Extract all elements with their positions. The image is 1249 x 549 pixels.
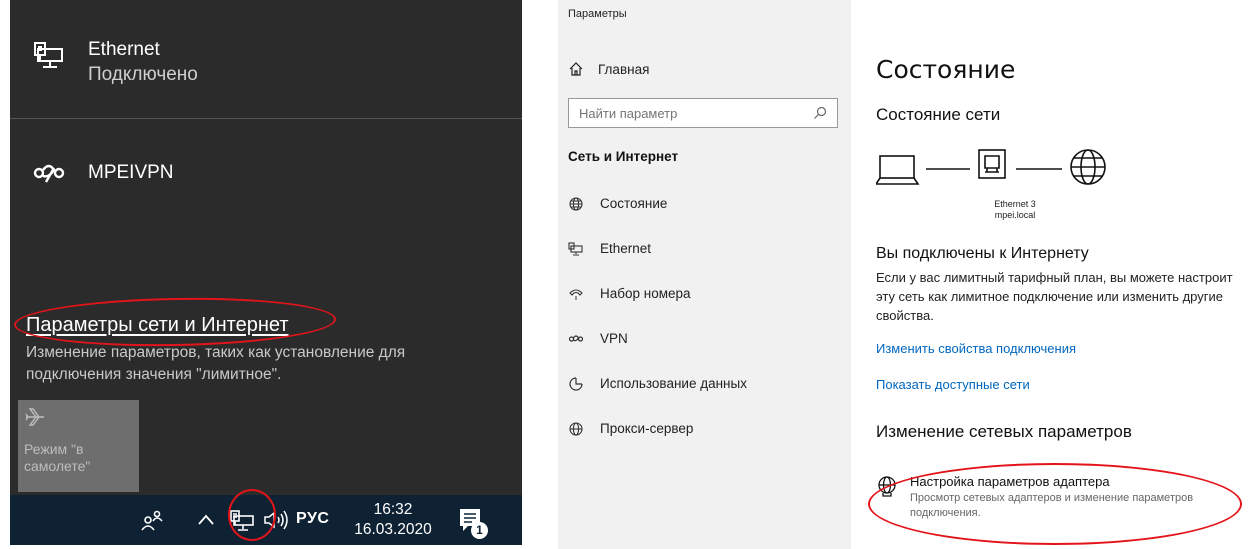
nav-item-status[interactable]: Состояние: [568, 181, 848, 226]
network-diagram: [876, 149, 1106, 185]
description-line: эту сеть как лимитное подключение или из…: [876, 289, 1223, 304]
description-line: Если у вас лимитный тарифный план, вы мо…: [876, 270, 1233, 285]
nav-item-label: VPN: [600, 331, 628, 346]
vpn-name: MPEIVPN: [88, 162, 174, 183]
nav-item-dialup[interactable]: Набор номера: [568, 271, 848, 316]
settings-window: Параметры Главная Сеть и Интернет Состоя…: [558, 0, 1249, 549]
volume-icon[interactable]: [262, 508, 292, 532]
ethernet-icon: [34, 42, 63, 68]
adapter-options-description: Просмотр сетевых адаптеров и изменение п…: [910, 492, 1194, 519]
input-language[interactable]: РУС: [296, 510, 329, 528]
metered-description: Если у вас лимитный тарифный план, вы мо…: [876, 268, 1249, 325]
action-center-button[interactable]: 1: [458, 507, 488, 539]
section-heading: Сеть и Интернет: [568, 149, 679, 164]
page-title: Состояние: [876, 55, 1016, 84]
notification-count-badge: 1: [471, 522, 488, 539]
adapter-icon: [978, 149, 1006, 179]
settings-nav-list: Состояние Ethernet Набор номера VPN Испо…: [568, 181, 848, 451]
divider: [10, 118, 522, 119]
airplane-icon: [25, 408, 44, 426]
adapter-domain: mpei.local: [994, 210, 1036, 220]
search-icon[interactable]: [813, 106, 827, 120]
adapter-options-title: Настройка параметров адаптера: [910, 474, 1110, 489]
nav-item-label: Ethernet: [600, 241, 652, 256]
home-icon: [569, 62, 583, 76]
search-input[interactable]: [579, 105, 813, 121]
chevron-up-icon[interactable]: [196, 508, 216, 532]
computer-icon: [876, 155, 920, 185]
nav-item-vpn[interactable]: VPN: [568, 316, 848, 361]
adapter-label: Ethernet 3 mpei.local: [980, 199, 1050, 221]
connection-status: Вы подключены к Интернету: [876, 245, 1089, 262]
description-line: свойства.: [876, 308, 934, 323]
network-flyout: Ethernet Подключено MPEIVPN Параметры се…: [10, 0, 522, 545]
nav-item-data-usage[interactable]: Использование данных: [568, 361, 848, 406]
globe-icon: [569, 421, 583, 436]
settings-search[interactable]: [568, 98, 838, 128]
ethernet-icon: [568, 241, 583, 256]
nav-item-label: Прокси-сервер: [600, 421, 694, 436]
change-connection-properties-link[interactable]: Изменить свойства подключения: [876, 341, 1076, 356]
window-title: Параметры: [568, 8, 627, 20]
nav-home-label: Главная: [598, 61, 650, 77]
show-available-networks-link[interactable]: Показать доступные сети: [876, 377, 1030, 392]
settings-content: Состояние Состояние сети Ethernet 3 mpei…: [876, 0, 1249, 549]
nav-item-ethernet[interactable]: Ethernet: [568, 226, 848, 271]
clock-time: 16:32: [373, 501, 413, 518]
data-usage-icon: [569, 376, 583, 391]
vpn-icon: [568, 334, 584, 342]
network-status-heading: Состояние сети: [876, 105, 1001, 124]
internet-globe-icon: [1070, 149, 1106, 185]
vpn-connection[interactable]: MPEIVPN: [32, 156, 174, 190]
taskbar: РУС 16:32 16.03.2020 1: [10, 489, 522, 545]
adapter-globe-icon: [878, 476, 896, 497]
clock[interactable]: 16:32 16.03.2020: [348, 500, 438, 540]
ethernet-name: Ethernet: [88, 39, 160, 60]
dialup-icon: [569, 288, 583, 300]
ethernet-status: Подключено: [88, 64, 198, 85]
ethernet-connection[interactable]: Ethernet Подключено: [32, 38, 198, 88]
nav-item-label: Использование данных: [600, 376, 747, 391]
airplane-mode-toggle[interactable]: Режим "в самолете": [18, 400, 139, 492]
nav-item-proxy[interactable]: Прокси-сервер: [568, 406, 848, 451]
nav-item-label: Состояние: [600, 196, 668, 211]
network-settings-description: Изменение параметров, таких как установл…: [26, 344, 406, 383]
settings-sidebar: Параметры Главная Сеть и Интернет Состоя…: [558, 0, 851, 549]
nav-item-label: Набор номера: [600, 286, 691, 301]
airplane-mode-label: Режим "в самолете": [24, 441, 91, 474]
clock-date: 16.03.2020: [354, 521, 432, 538]
adapter-name: Ethernet 3: [994, 199, 1036, 209]
network-tray-icon[interactable]: [228, 506, 256, 534]
status-globe-icon: [569, 196, 583, 211]
change-network-settings-heading: Изменение сетевых параметров: [876, 422, 1132, 441]
network-settings-link[interactable]: Параметры сети и Интернет: [26, 314, 289, 337]
people-icon[interactable]: [140, 508, 164, 532]
nav-home[interactable]: Главная: [568, 61, 649, 77]
adapter-options-item[interactable]: Настройка параметров адаптера Просмотр с…: [876, 474, 1240, 521]
vpn-icon: [33, 164, 65, 183]
